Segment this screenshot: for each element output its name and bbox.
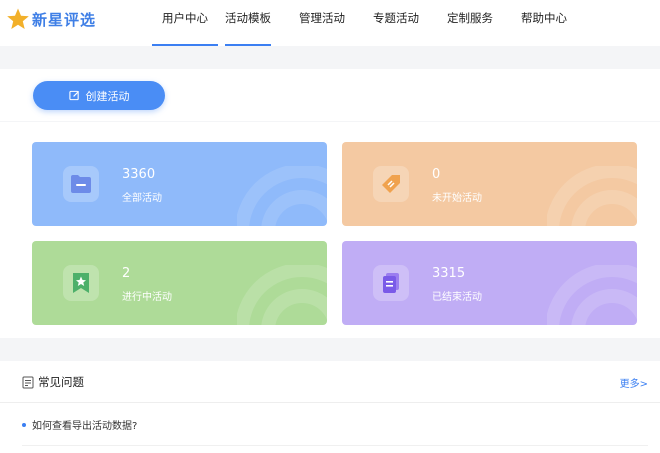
create-activity-button[interactable]: 创建活动 (33, 81, 165, 110)
edit-icon (68, 90, 79, 101)
stat-value: 3315 (432, 266, 466, 281)
faq-list-item[interactable]: 如何查看导出活动数据? (22, 417, 137, 432)
faq-section: 常见问题 更多> 如何查看导出活动数据? (0, 361, 660, 453)
logo[interactable]: 新星评选 (6, 6, 96, 32)
logo-text: 新星评选 (32, 10, 97, 29)
top-header: 新星评选 用户中心 活动模板 管理活动 专题活动 定制服务 帮助中心 (0, 0, 660, 46)
stat-label: 已结束活动 (432, 292, 482, 303)
stat-card-all[interactable]: 3360 全部活动 (32, 142, 327, 226)
stat-card-ended[interactable]: 3315 已结束活动 (342, 241, 637, 325)
faq-question: 如何查看导出活动数据? (32, 421, 138, 432)
decor-arcs (547, 265, 637, 325)
nav-item-activity-templates[interactable]: 活动模板 (225, 0, 271, 46)
star-logo-icon (7, 8, 29, 29)
decor-arcs (237, 166, 327, 226)
nav-item-manage-activities[interactable]: 管理活动 (299, 0, 345, 46)
tag-icon (373, 166, 409, 202)
document-icon (373, 265, 409, 301)
stat-label: 进行中活动 (122, 292, 172, 303)
notes-icon (22, 376, 34, 388)
nav-item-custom-service[interactable]: 定制服务 (447, 0, 493, 46)
folder-icon (63, 166, 99, 202)
divider (22, 445, 648, 446)
stats-section: 3360 全部活动 0 未开始活动 2 进行中活动 3315 已结束活动 (0, 122, 660, 338)
create-section: 创建活动 (0, 69, 660, 121)
stat-value: 2 (122, 266, 131, 281)
nav-item-user-center[interactable]: 用户中心 (152, 0, 218, 46)
stat-value: 0 (432, 167, 441, 182)
stat-value: 3360 (122, 167, 156, 182)
nav-item-help-center[interactable]: 帮助中心 (521, 0, 567, 46)
star-bookmark-icon (63, 265, 99, 301)
faq-header: 常见问题 更多> (0, 361, 660, 403)
nav-item-special-activities[interactable]: 专题活动 (373, 0, 419, 46)
main-nav: 用户中心 活动模板 管理活动 专题活动 定制服务 帮助中心 (140, 0, 567, 46)
bullet-dot (22, 422, 26, 427)
decor-arcs (237, 265, 327, 325)
faq-title-text: 常见问题 (38, 375, 84, 389)
stat-label: 全部活动 (122, 193, 162, 204)
decor-arcs (547, 166, 637, 226)
stat-card-in-progress[interactable]: 2 进行中活动 (32, 241, 327, 325)
create-activity-label: 创建活动 (85, 89, 130, 103)
faq-title: 常见问题 (22, 374, 84, 390)
stat-label: 未开始活动 (432, 193, 482, 204)
stat-card-not-started[interactable]: 0 未开始活动 (342, 142, 637, 226)
more-link[interactable]: 更多> (620, 375, 648, 390)
